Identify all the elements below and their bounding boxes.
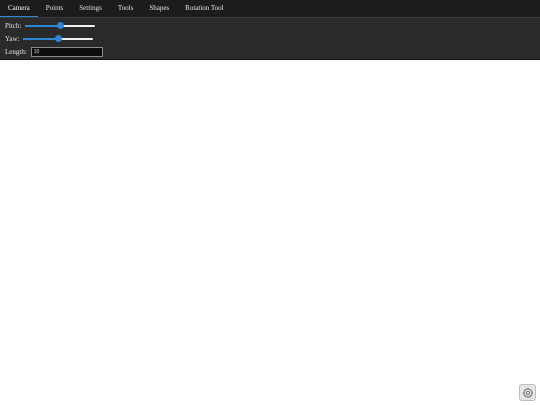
tab-shapes[interactable]: Shapes: [141, 0, 177, 17]
camera-panel: Pitch: Yaw: Length:: [0, 17, 540, 60]
gear-icon: [522, 387, 533, 398]
yaw-row: Yaw:: [5, 34, 94, 44]
yaw-label: Yaw:: [5, 35, 20, 43]
yaw-slider[interactable]: [23, 35, 94, 43]
tab-rotation-tool[interactable]: Rotation Tool: [177, 0, 231, 17]
tab-points[interactable]: Points: [38, 0, 72, 17]
length-label: Length:: [5, 48, 27, 56]
pitch-slider-thumb[interactable]: [56, 22, 64, 29]
length-input[interactable]: [30, 47, 103, 57]
tab-tools[interactable]: Tools: [110, 0, 141, 17]
pitch-label: Pitch:: [5, 22, 22, 30]
pitch-slider-fill: [25, 25, 61, 27]
pitch-slider[interactable]: [25, 22, 96, 30]
yaw-slider-fill: [23, 38, 59, 40]
settings-button[interactable]: [519, 384, 536, 401]
tab-settings[interactable]: Settings: [71, 0, 110, 17]
tab-camera[interactable]: Camera: [0, 0, 38, 17]
yaw-slider-thumb[interactable]: [54, 35, 62, 42]
length-row: Length:: [5, 47, 103, 57]
tab-bar: Camera Points Settings Tools Shapes Rota…: [0, 0, 540, 17]
pitch-row: Pitch:: [5, 21, 96, 31]
app-root: Camera Points Settings Tools Shapes Rota…: [0, 0, 540, 405]
